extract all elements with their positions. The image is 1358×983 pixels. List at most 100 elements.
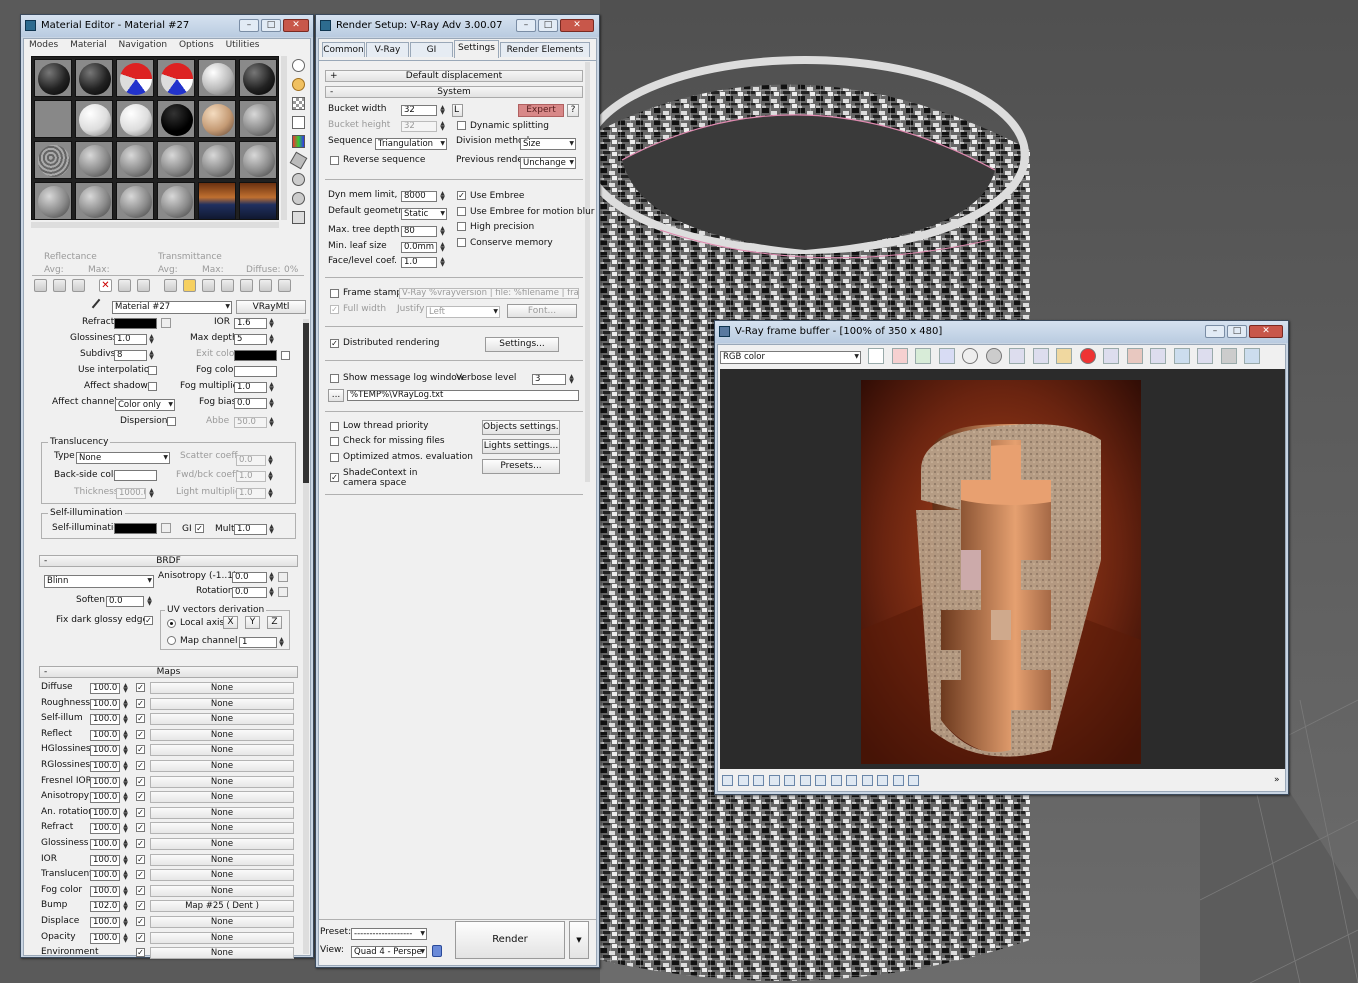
vertical-guide-icon[interactable] [877,775,888,786]
bucket-width-spinner[interactable] [439,105,446,116]
scatter-coeff-spinner[interactable] [267,455,274,466]
blue-channel-icon[interactable] [938,348,955,364]
render-options-button[interactable]: ▼ [569,921,589,959]
map-row-amount[interactable]: 100.0 [90,932,120,944]
lock-icon[interactable] [432,945,442,957]
map-row-amount[interactable]: 100.0 [90,729,120,741]
map-row-amount[interactable]: 100.0 [90,761,120,772]
map-row-enable-checkbox[interactable]: ✓ [136,792,145,802]
maximize-button[interactable]: □ [538,19,558,32]
material-sample-slot-22[interactable] [157,182,195,220]
max-depth-field[interactable]: 5 [234,334,267,345]
material-map-navigator-icon[interactable] [292,211,305,224]
map-row-spinner[interactable] [122,917,129,928]
refract-color-swatch[interactable] [114,318,157,329]
uv-tiling-icon[interactable] [292,116,305,129]
subdivs-field[interactable]: 8 [114,350,147,361]
material-name-field[interactable]: Material #27 [112,301,232,314]
local-axis-radio[interactable] [167,619,176,628]
tab-vray[interactable]: V-Ray [366,42,409,57]
full-width-checkbox[interactable]: ✓ [330,305,339,314]
fog-multiplier-field[interactable]: 1.0 [234,382,267,393]
map-row-enable-checkbox[interactable]: ✓ [136,948,145,958]
abbe-spinner[interactable] [268,417,275,428]
mono-icon[interactable] [985,348,1002,364]
lens-effects-icon[interactable] [799,775,811,786]
show-map-icon[interactable] [183,279,196,292]
distributed-settings-button[interactable]: Settings... [485,337,559,352]
map-row-amount[interactable]: 100.0 [90,776,120,788]
map-row-enable-checkbox[interactable]: ✓ [136,870,145,880]
expert-button[interactable]: Expert [518,104,564,117]
map-row-enable-checkbox[interactable]: ✓ [136,901,145,911]
clone-icon[interactable] [1032,348,1049,364]
map-row-spinner[interactable] [122,933,129,944]
menu-navigation[interactable]: Navigation [119,40,168,50]
anisotropy-map-button[interactable] [278,572,288,582]
min-leaf-size-spinner[interactable] [439,242,446,253]
dispersion-checkbox[interactable] [167,417,176,426]
slots-hscrollbar[interactable] [31,222,279,228]
map-channel-field[interactable]: 1 [239,637,277,648]
map-row-spinner[interactable] [122,886,129,897]
close-button[interactable]: ✕ [560,19,594,32]
view-dropdown[interactable]: Quad 4 - Perspe [351,946,427,958]
make-preview-icon[interactable] [289,151,308,170]
map-row-slot-button[interactable]: None [150,697,294,710]
follow-mouse-icon[interactable] [1126,348,1143,364]
use-interpolation-checkbox[interactable] [148,366,157,375]
map-row-enable-checkbox[interactable]: ✓ [136,729,145,739]
green-channel-icon[interactable] [915,348,931,364]
division-method-dropdown[interactable]: Size [520,138,576,150]
settings-scrollbar[interactable] [585,62,590,482]
map-row-spinner[interactable] [122,714,129,725]
material-sample-slot-2[interactable] [75,59,113,97]
region-render-icon[interactable] [1103,348,1119,364]
map-row-slot-button[interactable]: None [150,884,294,897]
alpha-channel-icon[interactable] [962,348,978,364]
font-button[interactable]: Font... [507,304,577,318]
lights-settings-button[interactable]: Lights settings... [482,439,560,454]
verbose-level-field[interactable]: 3 [532,374,566,385]
map-row-enable-checkbox[interactable]: ✓ [136,745,145,755]
frame-stamp-checkbox[interactable] [330,289,339,298]
fog-bias-spinner[interactable] [268,398,275,409]
max-tree-depth-spinner[interactable] [439,226,446,237]
go-to-parent-icon[interactable] [221,279,234,292]
lut-icon[interactable] [830,775,842,786]
color-picker-icon[interactable] [868,348,884,364]
fix-dark-glossy-checkbox[interactable]: ✓ [144,616,153,625]
presets-button[interactable]: Presets... [482,459,560,474]
map-row-slot-button[interactable]: None [150,822,294,835]
tab-common[interactable]: Common [322,42,365,57]
material-sample-slot-5[interactable] [198,59,236,97]
options-icon[interactable] [292,173,305,186]
show-end-result-icon[interactable] [202,279,215,292]
menu-utilities[interactable]: Utilities [226,40,260,50]
map-row-spinner[interactable] [122,777,129,788]
show-corrections-icon[interactable] [1197,348,1213,364]
map-row-spinner[interactable] [122,792,129,803]
material-sample-slot-20[interactable] [75,182,113,220]
map-row-slot-button[interactable]: None [150,744,294,757]
map-row-slot-button[interactable]: Map #25 ( Dent ) [150,900,294,913]
put-to-library-icon[interactable] [137,279,150,292]
rotation-map-button[interactable] [278,587,288,597]
map-row-enable-checkbox[interactable]: ✓ [136,807,145,817]
axis-z-button[interactable]: Z [267,616,282,629]
previous-render-dropdown[interactable]: Unchange [520,157,576,169]
anisotropy-spinner[interactable] [268,572,275,583]
brdf-rollout-header[interactable]: - BRDF [39,555,298,567]
maximize-button[interactable]: □ [1227,325,1247,338]
map-row-slot-button[interactable]: None [150,853,294,866]
make-unique-icon[interactable] [118,279,131,292]
maximize-button[interactable]: □ [261,19,281,32]
map-row-enable-checkbox[interactable]: ✓ [136,761,145,770]
close-button[interactable]: ✕ [1249,325,1283,338]
light-multiplier-spinner[interactable] [267,488,274,499]
check-missing-files-checkbox[interactable] [330,437,339,446]
map-row-enable-checkbox[interactable]: ✓ [136,683,145,692]
map-row-spinner[interactable] [122,855,129,866]
menu-material[interactable]: Material [70,40,107,50]
menu-options[interactable]: Options [179,40,214,50]
